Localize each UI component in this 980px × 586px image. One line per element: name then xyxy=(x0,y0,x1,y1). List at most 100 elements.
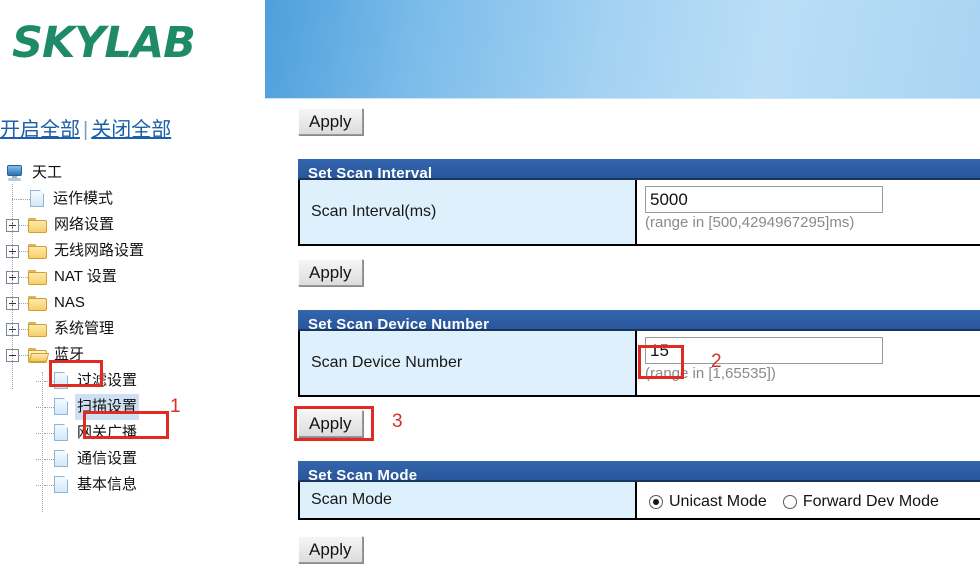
section-set-scan-mode: Set Scan Mode Scan Mode Unicast Mode For… xyxy=(298,461,980,520)
tree-item-network-settings[interactable]: 网络设置 xyxy=(0,212,262,238)
radio-unselected-icon[interactable] xyxy=(782,495,797,509)
scan-interval-value-cell: (range in [500,4294967295]ms) xyxy=(637,180,980,244)
tree-connector xyxy=(45,458,54,460)
tree-connector xyxy=(45,380,54,382)
tree-item-label[interactable]: NAS xyxy=(52,290,87,316)
scan-device-number-apply-button[interactable]: Apply xyxy=(298,410,363,437)
page-icon xyxy=(54,424,69,442)
scan-interval-hint: (range in [500,4294967295]ms) xyxy=(645,214,855,231)
scan-device-number-hint: (range in [1,65535]) xyxy=(645,365,776,382)
scan-mode-value-cell: Unicast Mode Forward Dev Mode xyxy=(637,482,980,518)
tree-item-filter-settings[interactable]: 过滤设置 xyxy=(0,368,262,394)
page-icon xyxy=(54,476,69,494)
tree-item-label[interactable]: 基本信息 xyxy=(75,472,139,498)
tree-connector xyxy=(36,458,45,460)
tree-connector xyxy=(21,198,30,200)
main-content: Apply Set Scan Interval Scan Interval(ms… xyxy=(265,0,980,586)
tree-connector xyxy=(36,406,45,408)
top-apply-button[interactable]: Apply xyxy=(298,108,363,135)
radio-label: Forward Dev Mode xyxy=(802,493,939,510)
scan-interval-input[interactable] xyxy=(645,186,883,213)
annotation-number-3: 3 xyxy=(392,411,403,432)
tree-item-label-root: 天工 xyxy=(32,164,63,181)
tree-branch-line xyxy=(42,372,43,512)
section-row: Scan Mode Unicast Mode Forward Dev Mode xyxy=(298,482,980,520)
radio-selected-icon[interactable] xyxy=(649,495,663,509)
tree-item-label[interactable]: 网关广播 xyxy=(75,420,139,446)
tree-connector xyxy=(19,224,28,226)
scan-mode-label: Scan Mode xyxy=(300,482,637,518)
tree-item-label-selected[interactable]: 扫描设置 xyxy=(75,394,140,420)
link-separator: | xyxy=(83,119,89,141)
computer-icon xyxy=(6,164,24,182)
tree-item-label[interactable]: 系统管理 xyxy=(52,316,116,342)
scan-device-number-value-cell: (range in [1,65535]) xyxy=(637,331,980,395)
tree-item-basic-info[interactable]: 基本信息 xyxy=(0,472,262,498)
scan-device-number-label: Scan Device Number xyxy=(300,331,637,395)
tree-connector xyxy=(19,354,28,356)
skylab-logo: SKYLAB xyxy=(12,18,196,68)
section-row: Scan Interval(ms) (range in [500,4294967… xyxy=(298,180,980,246)
tree-item-scan-settings[interactable]: 扫描设置 xyxy=(0,394,262,420)
tree-item-operation-mode[interactable]: 运作模式 xyxy=(0,186,262,212)
annotation-number-2: 2 xyxy=(711,351,722,372)
scan-mode-radio-group: Unicast Mode Forward Dev Mode xyxy=(649,482,980,520)
tree-item-label[interactable]: 通信设置 xyxy=(75,446,139,472)
section-title: Set Scan Interval xyxy=(298,159,980,182)
tree-item-wireless-settings[interactable]: 无线网路设置 xyxy=(0,238,262,264)
scan-interval-apply-button[interactable]: Apply xyxy=(298,259,363,286)
tree-connector xyxy=(45,484,54,486)
tree-item-label[interactable]: 蓝牙 xyxy=(52,342,86,368)
folder-icon xyxy=(28,217,47,233)
scan-interval-label: Scan Interval(ms) xyxy=(300,180,637,244)
tree-connector xyxy=(36,432,45,434)
tree-toggle-links: 开启全部 | 关闭全部 xyxy=(0,113,171,142)
scan-mode-apply-button[interactable]: Apply xyxy=(298,536,363,563)
tree-item-label[interactable]: NAT 设置 xyxy=(52,264,119,290)
tree-connector xyxy=(19,302,28,304)
folder-open-icon xyxy=(28,347,50,363)
collapse-all-link[interactable]: 关闭全部 xyxy=(91,119,171,141)
tree-item-system-management[interactable]: 系统管理 xyxy=(0,316,262,342)
tree-item-label[interactable]: 运作模式 xyxy=(51,186,115,212)
tree-item-label[interactable]: 无线网路设置 xyxy=(52,238,146,264)
tree-connector xyxy=(45,432,54,434)
expand-all-link[interactable]: 开启全部 xyxy=(0,119,80,141)
page-icon xyxy=(54,398,69,416)
page-icon xyxy=(30,190,45,208)
radio-forward-dev-mode[interactable]: Forward Dev Mode xyxy=(782,493,939,511)
tree-connector xyxy=(12,198,21,200)
section-set-scan-device-number: Set Scan Device Number Scan Device Numbe… xyxy=(298,310,980,397)
radio-label: Unicast Mode xyxy=(669,493,767,510)
section-title: Set Scan Mode xyxy=(298,461,980,484)
section-row: Scan Device Number (range in [1,65535]) xyxy=(298,331,980,397)
tree-item-label[interactable]: 网络设置 xyxy=(52,212,116,238)
section-set-scan-interval: Set Scan Interval Scan Interval(ms) (ran… xyxy=(298,159,980,246)
section-title: Set Scan Device Number xyxy=(298,310,980,333)
tree-connector xyxy=(36,484,45,486)
annotation-number-1: 1 xyxy=(170,396,181,417)
tree-item-bluetooth[interactable]: 蓝牙 xyxy=(0,342,262,368)
header-banner xyxy=(265,0,980,99)
tree-item-root[interactable]: 天工 xyxy=(0,160,262,186)
tree-connector xyxy=(36,380,45,382)
folder-icon xyxy=(28,321,47,337)
tree-connector xyxy=(19,328,28,330)
tree-connector xyxy=(45,406,54,408)
tree-item-nat-settings[interactable]: NAT 设置 xyxy=(0,264,262,290)
page-icon xyxy=(54,450,69,468)
page-root: SKYLAB 开启全部 | 关闭全部 天工 运作模式 网络设置 无线网路设置 N… xyxy=(0,0,980,586)
folder-icon xyxy=(28,295,47,311)
folder-icon xyxy=(28,243,47,259)
page-icon xyxy=(54,372,69,390)
tree-connector xyxy=(19,250,28,252)
tree-item-label[interactable]: 过滤设置 xyxy=(75,368,139,394)
tree-item-communication-settings[interactable]: 通信设置 xyxy=(0,446,262,472)
folder-icon xyxy=(28,269,47,285)
tree-item-gateway-broadcast[interactable]: 网关广播 xyxy=(0,420,262,446)
navigation-tree: 天工 运作模式 网络设置 无线网路设置 NAT 设置 NAS 系统管理 蓝牙 过… xyxy=(0,160,262,512)
sidebar: SKYLAB 开启全部 | 关闭全部 天工 运作模式 网络设置 无线网路设置 N… xyxy=(0,0,262,586)
radio-unicast-mode[interactable]: Unicast Mode xyxy=(649,493,767,511)
scan-device-number-input[interactable] xyxy=(645,337,883,364)
tree-item-nas[interactable]: NAS xyxy=(0,290,262,316)
